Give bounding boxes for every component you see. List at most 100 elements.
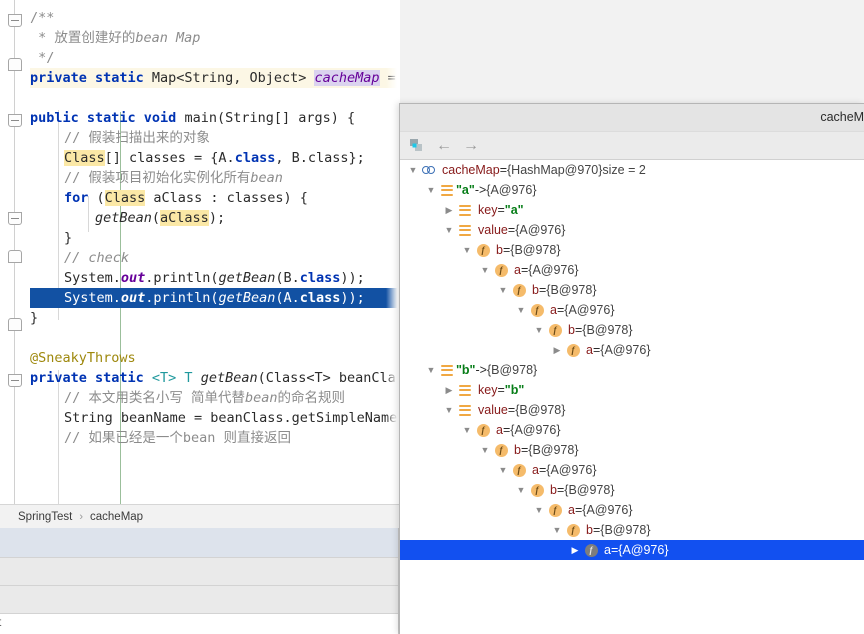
twisty-expanded-icon[interactable]: ▼ <box>514 485 528 495</box>
lower-panel-row-3[interactable] <box>0 586 400 614</box>
code-line[interactable]: String beanName = beanClass.getSimpleNam… <box>30 408 400 428</box>
twisty-collapsed-icon[interactable]: ▶ <box>550 345 564 356</box>
fold-toggle-icon[interactable] <box>8 114 22 127</box>
code-line[interactable]: // 如果已经是一个bean 则直接返回 <box>30 428 400 448</box>
code-line[interactable]: } <box>30 228 400 248</box>
code-line[interactable]: private static <T> T getBean(Class<T> be… <box>30 368 400 388</box>
tree-row[interactable]: ▼fa = {A@976} <box>400 460 864 480</box>
code-line[interactable]: */ <box>30 48 400 68</box>
fold-toggle-icon[interactable] <box>8 58 22 71</box>
map-entry-icon <box>438 185 456 196</box>
lower-panels: est <box>0 528 400 634</box>
tree-row[interactable]: ▼fb = {B@978} <box>400 520 864 540</box>
tree-node-value: {A@976} <box>528 263 578 277</box>
code-token: Class <box>64 150 105 166</box>
code-token: } <box>64 230 72 246</box>
code-line[interactable]: // 本文用类名小写 简单代替bean的命名规则 <box>30 388 400 408</box>
twisty-expanded-icon[interactable]: ▼ <box>442 405 456 415</box>
code-line[interactable]: System.out.println(getBean(A.class)); <box>30 288 400 308</box>
code-line[interactable]: // 假装项目初始化实例化所有bean <box>30 168 400 188</box>
tree-row[interactable]: ▼fb = {B@978} <box>400 280 864 300</box>
tree-node-value: {B@978} <box>582 323 632 337</box>
breadcrumb-item-field[interactable]: cacheMap <box>90 511 143 523</box>
tree-row[interactable]: ▼value = {A@976} <box>400 220 864 240</box>
fold-toggle-icon[interactable] <box>8 250 22 263</box>
breadcrumb-item-class[interactable]: SpringTest <box>18 511 72 523</box>
tree-row[interactable]: ▼fa = {A@976} <box>400 260 864 280</box>
twisty-expanded-icon[interactable]: ▼ <box>424 365 438 375</box>
code-token: aClass : classes) { <box>145 190 308 206</box>
twisty-expanded-icon[interactable]: ▼ <box>478 265 492 275</box>
map-entry-icon <box>456 205 474 216</box>
tree-row[interactable]: ▼"a" -> {A@976} <box>400 180 864 200</box>
code-text[interactable]: /** * 放置创建好的bean Map */private static Ma… <box>30 0 400 504</box>
code-line[interactable]: } <box>30 308 400 328</box>
code-token: out <box>121 270 145 286</box>
code-token: System. <box>64 270 121 286</box>
tree-row[interactable]: ▼fb = {B@978} <box>400 440 864 460</box>
tree-row[interactable]: ▼fb = {B@978} <box>400 320 864 340</box>
fold-toggle-icon[interactable] <box>8 318 22 331</box>
tree-row[interactable]: ▼fb = {B@978} <box>400 240 864 260</box>
twisty-expanded-icon[interactable]: ▼ <box>478 445 492 455</box>
twisty-collapsed-icon[interactable]: ▶ <box>442 385 456 396</box>
tree-node-value: {B@978} <box>515 403 565 417</box>
code-line[interactable]: System.out.println(getBean(B.class)); <box>30 268 400 288</box>
tree-row-label: b = {B@978} <box>528 283 597 297</box>
code-line[interactable]: private static Map<String, Object> cache… <box>30 68 400 88</box>
tree-row[interactable]: ▶fa = {A@976} <box>400 340 864 360</box>
twisty-expanded-icon[interactable]: ▼ <box>496 285 510 295</box>
popup-toolbar[interactable]: ← → <box>400 132 864 160</box>
twisty-collapsed-icon[interactable]: ▶ <box>568 545 582 556</box>
code-editor[interactable]: /** * 放置创建好的bean Map */private static Ma… <box>0 0 400 504</box>
twisty-expanded-icon[interactable]: ▼ <box>514 305 528 315</box>
twisty-expanded-icon[interactable]: ▼ <box>460 245 474 255</box>
code-line[interactable]: /** <box>30 8 400 28</box>
twisty-expanded-icon[interactable]: ▼ <box>460 425 474 435</box>
code-line[interactable]: Class[] classes = {A.class, B.class}; <box>30 148 400 168</box>
lower-panel-row-2[interactable] <box>0 558 400 586</box>
tree-row[interactable]: ▶key = "a" <box>400 200 864 220</box>
twisty-expanded-icon[interactable]: ▼ <box>496 465 510 475</box>
fold-toggle-icon[interactable] <box>8 14 22 27</box>
code-line[interactable]: for (Class aClass : classes) { <box>30 188 400 208</box>
tree-node-operator: = <box>508 223 515 237</box>
fold-toggle-icon[interactable] <box>8 374 22 387</box>
tree-row[interactable]: ▶fa = {A@976} <box>400 540 864 560</box>
twisty-collapsed-icon[interactable]: ▶ <box>442 205 456 216</box>
twisty-expanded-icon[interactable]: ▼ <box>532 325 546 335</box>
tree-row[interactable]: ▼"b" -> {B@978} <box>400 360 864 380</box>
twisty-expanded-icon[interactable]: ▼ <box>550 525 564 535</box>
code-line[interactable]: public static void main(String[] args) { <box>30 108 400 128</box>
inspect-icon[interactable] <box>405 135 429 157</box>
debugger-value-popup[interactable]: cacheMap ← → ▼cacheMap = {HashMap@970} s… <box>399 103 864 634</box>
breadcrumb[interactable]: SpringTest › cacheMap <box>0 504 400 528</box>
variables-tree[interactable]: ▼cacheMap = {HashMap@970} size = 2▼"a" -… <box>400 160 864 633</box>
tree-row[interactable]: ▼fa = {A@976} <box>400 300 864 320</box>
tree-row[interactable]: ▼ value = {B@978} <box>400 400 864 420</box>
code-line[interactable]: getBean(aClass); <box>30 208 400 228</box>
fold-toggle-icon[interactable] <box>8 212 22 225</box>
tree-row[interactable]: ▼fa = {A@976} <box>400 500 864 520</box>
tree-row[interactable]: ▼fa = {A@976} <box>400 420 864 440</box>
code-token: ); <box>209 210 225 226</box>
forward-arrow-icon[interactable]: → <box>459 135 483 157</box>
twisty-expanded-icon[interactable]: ▼ <box>424 185 438 195</box>
field-icon: f <box>492 264 510 277</box>
code-line[interactable]: // check <box>30 248 400 268</box>
code-line[interactable]: @SneakyThrows <box>30 348 400 368</box>
field-icon: f <box>582 544 600 557</box>
map-entry-icon <box>456 225 474 236</box>
editor-gutter[interactable] <box>0 0 30 504</box>
twisty-expanded-icon[interactable]: ▼ <box>442 225 456 235</box>
tree-row[interactable]: ▼fb = {B@978} <box>400 480 864 500</box>
tree-row[interactable]: ▼cacheMap = {HashMap@970} size = 2 <box>400 160 864 180</box>
tree-row-label: value = {B@978} <box>474 403 565 417</box>
code-line[interactable]: * 放置创建好的bean Map <box>30 28 400 48</box>
back-arrow-icon[interactable]: ← <box>432 135 456 157</box>
lower-panel-row-1[interactable] <box>0 528 400 558</box>
tree-row[interactable]: ▶key = "b" <box>400 380 864 400</box>
twisty-expanded-icon[interactable]: ▼ <box>532 505 546 515</box>
twisty-expanded-icon[interactable]: ▼ <box>406 165 420 175</box>
code-line[interactable]: // 假装扫描出来的对象 <box>30 128 400 148</box>
